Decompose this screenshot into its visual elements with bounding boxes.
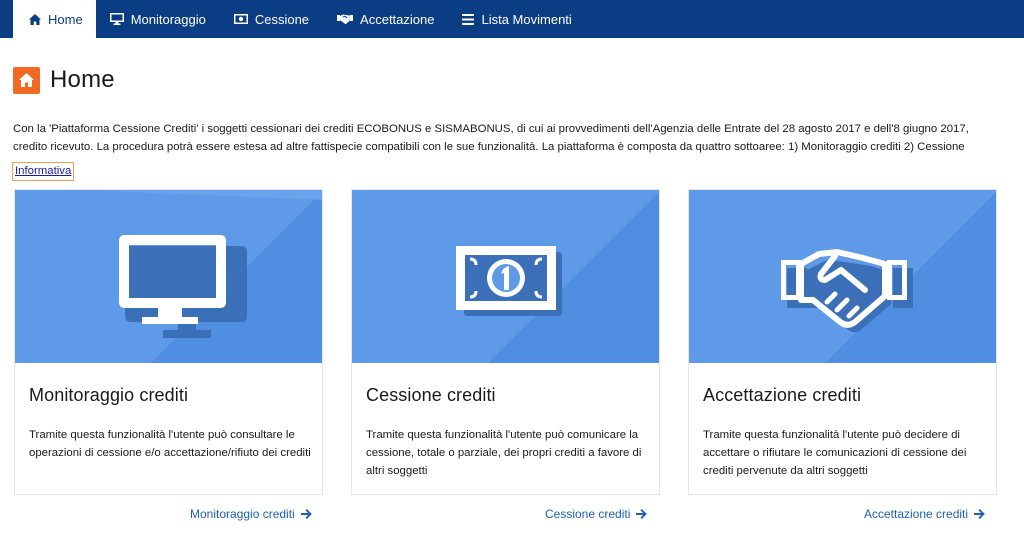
card-accettazione[interactable]: Accettazione crediti Tramite questa funz… [688,189,997,495]
list-icon [462,13,475,25]
card-link-label: Cessione crediti [545,507,631,521]
nav-tab-monitoraggio[interactable]: Monitoraggio [96,0,220,38]
monitoraggio-crediti-link[interactable]: Monitoraggio crediti [190,507,312,521]
arrow-right-icon [300,509,312,519]
card-monitoraggio[interactable]: Monitoraggio crediti Tramite questa funz… [14,189,323,495]
top-navigation-bar: Home Monitoraggio Cessione Accettazione … [0,0,1024,38]
intro-text: Con la 'Piattaforma Cessione Crediti' i … [13,120,1024,156]
arrow-right-icon [636,509,648,519]
card-link-label: Accettazione crediti [864,507,969,521]
intro-line: credito ricevuto. La procedura potrà ess… [13,141,965,153]
nav-tab-label: Accettazione [360,11,435,27]
card-body: Monitoraggio crediti Tramite questa funz… [15,363,322,462]
arrow-right-icon [974,509,985,519]
card-description: Tramite questa funzionalità l'utente può… [366,429,642,477]
card-body: Accettazione crediti Tramite questa funz… [689,363,996,480]
card-cessione[interactable]: Cessione crediti Tramite questa funziona… [351,189,660,495]
card-image [15,190,322,363]
intro-line: Con la 'Piattaforma Cessione Crediti' i … [13,123,969,135]
banknote-icon [233,14,248,24]
nav-tab-accettazione[interactable]: Accettazione [323,0,448,38]
nav-tab-label: Lista Movimenti [481,11,572,27]
nav-tab-lista-movimenti[interactable]: Lista Movimenti [448,0,585,38]
home-icon [19,73,34,87]
card-link-label: Monitoraggio crediti [190,507,295,521]
page-header: Home [13,66,115,94]
nav-tab-label: Monitoraggio [130,11,206,27]
card-title: Cessione crediti [366,385,496,405]
card-title: Monitoraggio crediti [29,385,189,405]
home-icon [29,13,41,25]
card-image [352,190,659,363]
card-description: Tramite questa funzionalità l'utente può… [29,429,311,459]
handshake-icon [337,14,354,24]
monitor-icon [109,13,124,25]
nav-tab-label: Cessione [254,11,310,27]
handshake-icon [781,249,913,333]
card-description: Tramite questa funzionalità l'utente può… [703,429,967,477]
home-badge [13,66,40,94]
nav-tab-cessione[interactable]: Cessione [220,0,323,38]
banknote-icon [456,246,562,316]
card-image [689,190,996,363]
card-title: Accettazione crediti [703,385,862,405]
nav-tab-home[interactable]: Home [13,0,96,38]
monitor-icon [119,235,247,338]
cessione-crediti-link[interactable]: Cessione crediti [545,507,648,521]
accettazione-crediti-link[interactable]: Accettazione crediti [864,507,985,521]
card-body: Cessione crediti Tramite questa funziona… [352,363,659,480]
page-title: Home [50,66,115,93]
informativa-link[interactable]: Informativa [12,162,75,181]
nav-tab-label: Home [48,11,83,27]
